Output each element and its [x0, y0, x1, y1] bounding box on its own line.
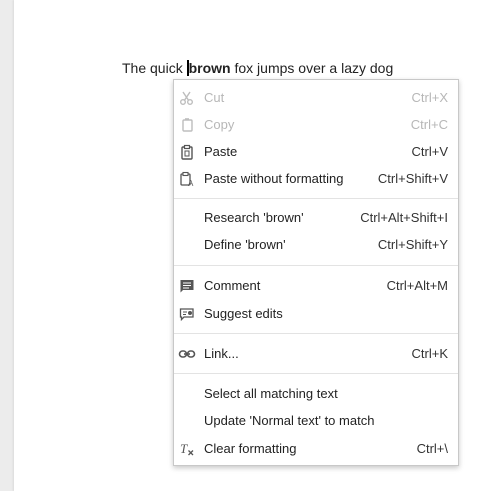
clipboard-icon: [178, 143, 196, 161]
link-icon: [178, 345, 196, 363]
menu-item-paste-without-formatting[interactable]: A Paste without formatting Ctrl+Shift+V: [174, 165, 458, 192]
menu-item-cut[interactable]: Cut Ctrl+X: [174, 84, 458, 111]
menu-item-shortcut: Ctrl+Shift+V: [377, 171, 448, 186]
menu-item-suggest-edits[interactable]: Suggest edits: [174, 300, 458, 327]
menu-separator: [174, 373, 458, 374]
menu-item-define[interactable]: Define 'brown' Ctrl+Shift+Y: [174, 231, 458, 258]
clear-formatting-icon: T: [178, 440, 196, 458]
context-menu: Cut Ctrl+X Copy Ctrl+C Paste Ctrl+V A Pa…: [173, 79, 459, 466]
menu-item-shortcut: Ctrl+C: [410, 117, 448, 132]
text-after-selection: fox jumps over a lazy dog: [230, 60, 394, 76]
selected-word[interactable]: brown: [189, 60, 231, 76]
menu-item-label: Suggest edits: [204, 306, 283, 321]
svg-text:A: A: [188, 179, 194, 187]
menu-item-label: Update 'Normal text' to match: [204, 413, 375, 428]
menu-item-clear-formatting[interactable]: T Clear formatting Ctrl+\: [174, 435, 458, 462]
suggest-edits-icon: [178, 305, 196, 323]
menu-item-label: Comment: [204, 278, 261, 293]
scissors-icon: [178, 89, 196, 107]
menu-item-label: Select all matching text: [204, 386, 338, 401]
menu-item-shortcut: Ctrl+K: [411, 346, 448, 361]
document-text-line[interactable]: The quick brown fox jumps over a lazy do…: [122, 60, 393, 76]
menu-item-label: Paste without formatting: [204, 171, 344, 186]
menu-item-label: Define 'brown': [204, 237, 286, 252]
menu-item-shortcut: Ctrl+Shift+Y: [377, 237, 448, 252]
menu-separator: [174, 265, 458, 266]
menu-item-shortcut: Ctrl+\: [416, 441, 448, 456]
menu-item-comment[interactable]: Comment Ctrl+Alt+M: [174, 272, 458, 299]
menu-item-shortcut: Ctrl+Alt+Shift+I: [360, 210, 448, 225]
menu-item-select-all-matching-text[interactable]: Select all matching text: [174, 380, 458, 407]
text-before-selection: The quick: [122, 60, 187, 76]
menu-item-label: Clear formatting: [204, 441, 297, 456]
menu-item-research[interactable]: Research 'brown' Ctrl+Alt+Shift+I: [174, 204, 458, 231]
menu-item-shortcut: Ctrl+X: [411, 90, 448, 105]
menu-separator: [174, 333, 458, 334]
menu-item-copy[interactable]: Copy Ctrl+C: [174, 111, 458, 138]
comment-icon: [178, 277, 196, 295]
copy-icon: [178, 116, 196, 134]
menu-item-label: Copy: [204, 117, 235, 132]
menu-item-update-normal-text[interactable]: Update 'Normal text' to match: [174, 407, 458, 434]
clipboard-text-icon: A: [178, 170, 196, 188]
menu-item-link[interactable]: Link... Ctrl+K: [174, 340, 458, 367]
menu-item-label: Cut: [204, 90, 225, 105]
svg-text:T: T: [180, 441, 188, 456]
menu-item-paste[interactable]: Paste Ctrl+V: [174, 138, 458, 165]
menu-item-label: Research 'brown': [204, 210, 304, 225]
menu-item-label: Link...: [204, 346, 239, 361]
menu-item-label: Paste: [204, 144, 238, 159]
menu-item-shortcut: Ctrl+Alt+M: [386, 278, 448, 293]
menu-item-shortcut: Ctrl+V: [411, 144, 448, 159]
menu-separator: [174, 198, 458, 199]
